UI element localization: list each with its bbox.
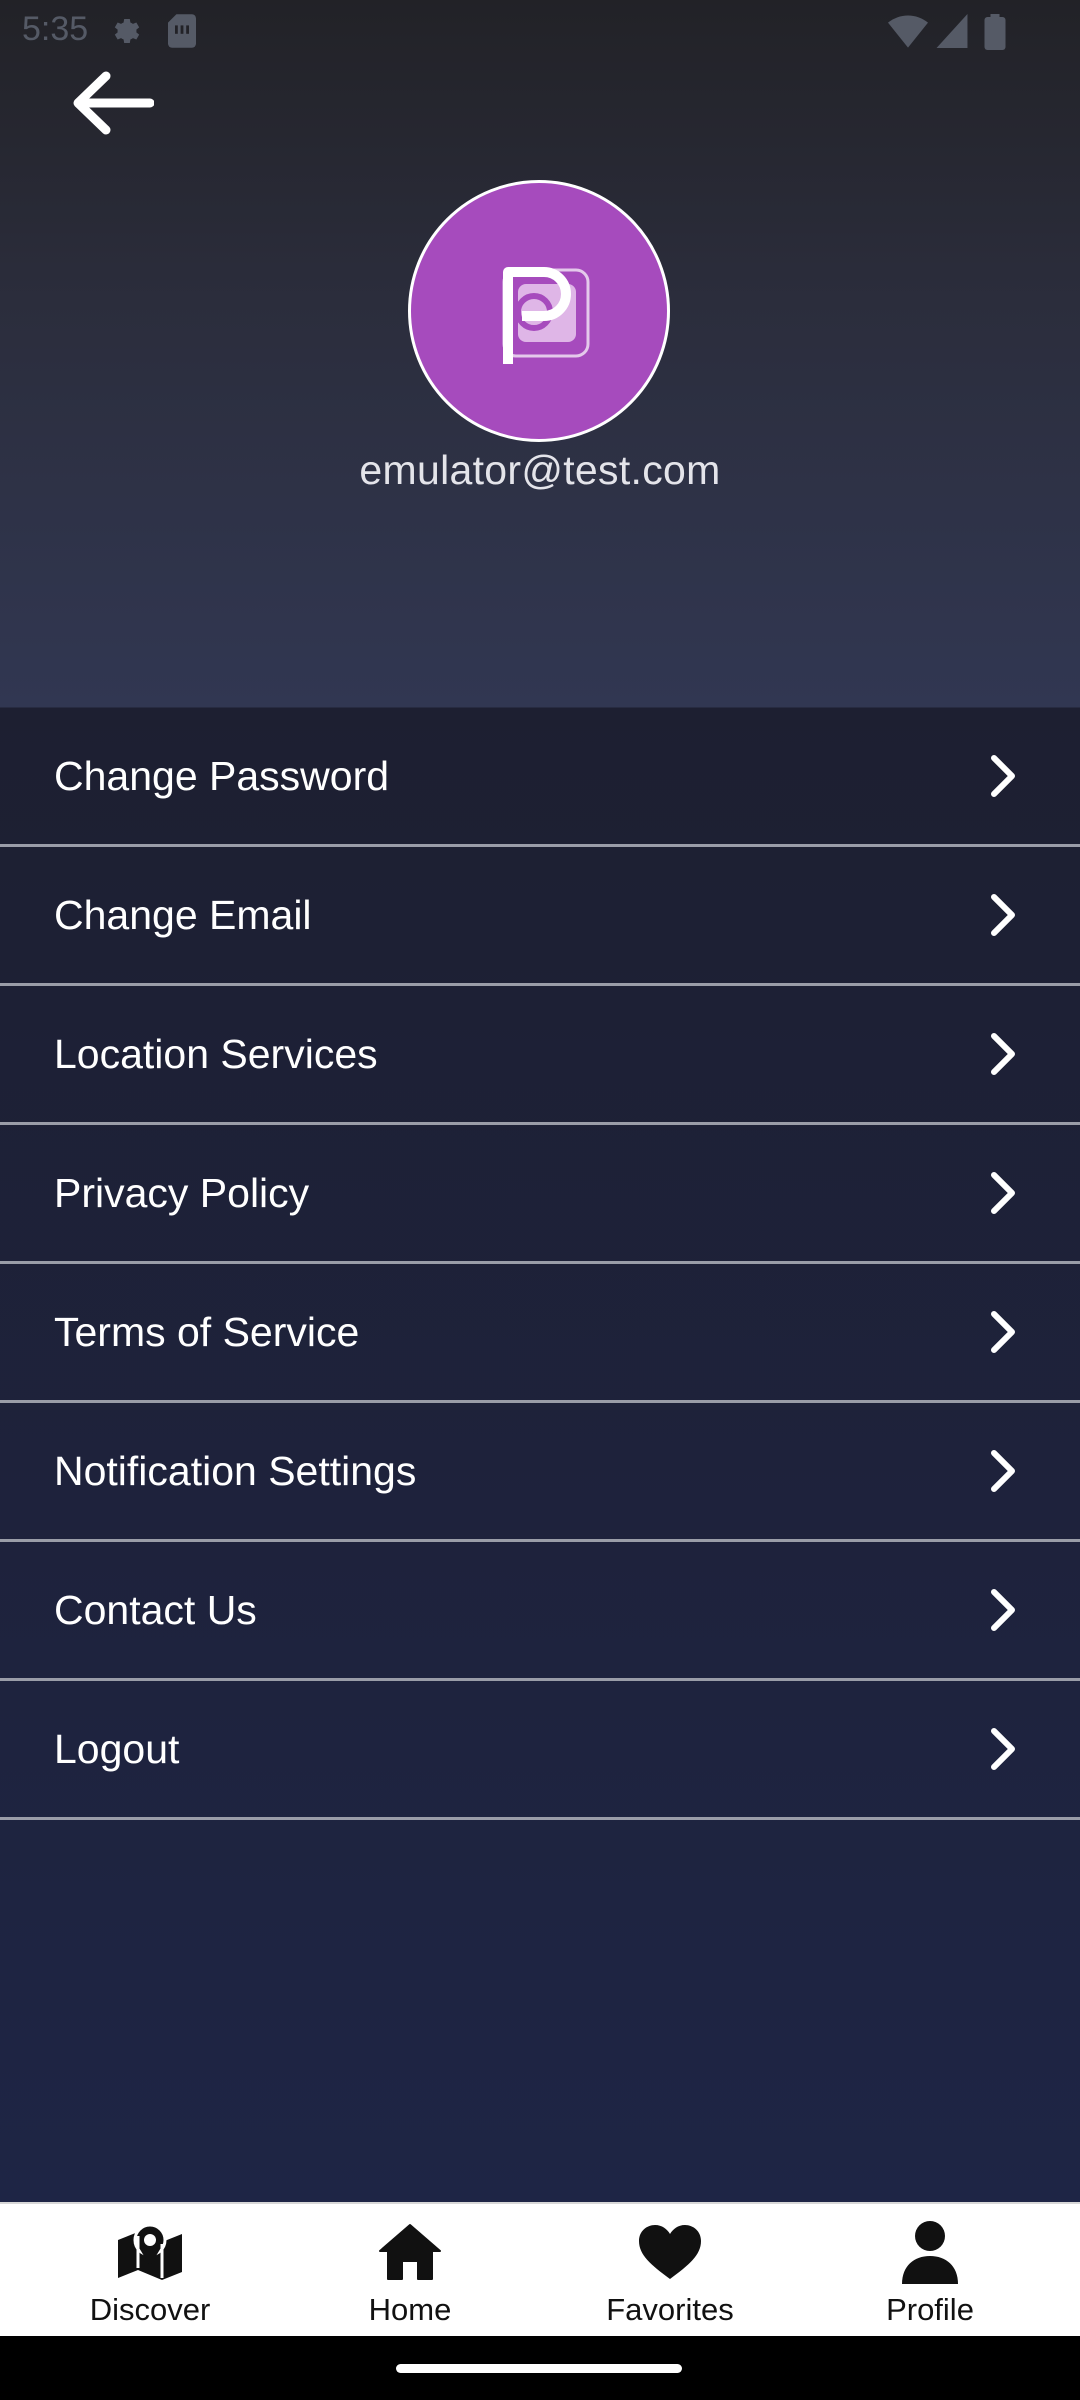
menu-item-label: Logout <box>54 1726 180 1772</box>
sim-card-icon <box>168 14 196 48</box>
chevron-right-icon <box>991 1172 1015 1214</box>
nav-item-discover[interactable]: Discover <box>15 2204 285 2336</box>
nav-label: Discover <box>89 2292 211 2327</box>
bottom-nav: Discover Home Favorites Profile <box>0 2202 1080 2336</box>
menu-item-label: Privacy Policy <box>54 1170 310 1216</box>
menu-item-label: Change Password <box>54 753 390 799</box>
nav-label: Home <box>368 2292 452 2327</box>
gear-icon <box>114 18 140 44</box>
cellular-signal-icon <box>936 14 968 48</box>
avatar[interactable] <box>408 180 670 442</box>
menu-item-location-services[interactable]: Location Services <box>0 986 1080 1125</box>
menu-item-label: Location Services <box>54 1031 378 1077</box>
home-icon <box>379 2224 441 2280</box>
gesture-navigation-area <box>0 2336 1080 2400</box>
back-button[interactable] <box>62 58 162 148</box>
menu-item-change-password[interactable]: Change Password <box>0 708 1080 847</box>
nav-label: Favorites <box>606 2292 734 2327</box>
menu-item-label: Notification Settings <box>54 1448 417 1494</box>
arrow-left-icon <box>73 71 154 135</box>
nav-label: Profile <box>886 2292 974 2327</box>
settings-menu: Change Password Change Email Location Se… <box>0 708 1080 1820</box>
nav-item-profile[interactable]: Profile <box>795 2204 1065 2336</box>
wifi-icon <box>888 15 928 48</box>
menu-item-change-email[interactable]: Change Email <box>0 847 1080 986</box>
battery-icon <box>984 14 1006 50</box>
heart-icon <box>639 2225 701 2279</box>
nav-item-favorites[interactable]: Favorites <box>535 2204 805 2336</box>
chevron-right-icon <box>991 1033 1015 1075</box>
chevron-right-icon <box>991 894 1015 936</box>
nav-item-home[interactable]: Home <box>275 2204 545 2336</box>
user-email: emulator@test.com <box>359 447 721 493</box>
menu-item-logout[interactable]: Logout <box>0 1681 1080 1820</box>
status-time: 5:35 <box>22 10 89 48</box>
chevron-right-icon <box>991 1728 1015 1770</box>
map-pin-icon <box>118 2223 182 2280</box>
menu-item-terms-of-service[interactable]: Terms of Service <box>0 1264 1080 1403</box>
profile-screen: 5:35 emulator@test.com Change Password C… <box>0 0 1080 2400</box>
menu-item-label: Contact Us <box>54 1587 257 1633</box>
menu-item-label: Terms of Service <box>54 1309 360 1355</box>
app-logo-icon <box>502 267 590 364</box>
chevron-right-icon <box>991 1311 1015 1353</box>
chevron-right-icon <box>991 755 1015 797</box>
menu-item-notification-settings[interactable]: Notification Settings <box>0 1403 1080 1542</box>
menu-item-label: Change Email <box>54 892 312 938</box>
chevron-right-icon <box>991 1450 1015 1492</box>
menu-item-privacy-policy[interactable]: Privacy Policy <box>0 1125 1080 1264</box>
menu-item-contact-us[interactable]: Contact Us <box>0 1542 1080 1681</box>
person-icon <box>902 2221 958 2284</box>
home-gesture-handle[interactable] <box>396 2364 682 2373</box>
status-bar: 5:35 <box>0 0 1080 62</box>
chevron-right-icon <box>991 1589 1015 1631</box>
